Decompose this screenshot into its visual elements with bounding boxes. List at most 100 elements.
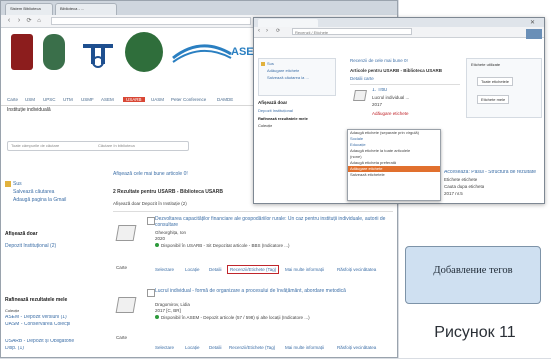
nav-item-1[interactable]: USM bbox=[25, 97, 35, 102]
popup-main-line: Articole pentru USARB - Biblioteca USARB bbox=[350, 68, 443, 73]
popup-browser-window: ✕ ‹ › ⟳ Recenzii / Etichete Sus Adăugare… bbox=[253, 17, 545, 204]
forward-icon[interactable]: › bbox=[266, 28, 268, 34]
reload-icon[interactable]: ⟳ bbox=[276, 28, 280, 34]
nav-item-6-active[interactable]: USARB bbox=[123, 97, 145, 102]
book-icon bbox=[115, 297, 137, 313]
action-location[interactable]: Locație bbox=[185, 267, 200, 272]
nav-item-4[interactable]: USMF bbox=[81, 97, 94, 102]
popup-left-sub-1: Rafinează rezultatele mele bbox=[258, 116, 308, 121]
caption-panel: Добавление тегов Рисунок 11 bbox=[399, 213, 551, 358]
popup-detail-1: Lucrul individual ... bbox=[372, 95, 410, 100]
back-icon[interactable]: ‹ bbox=[5, 17, 13, 25]
search-bar: Toate câmpurile de căutare Căutare în bi… bbox=[7, 141, 189, 151]
tab-1[interactable]: Biblioteca - ... bbox=[55, 3, 117, 15]
filter-collection-label: Colecție bbox=[5, 308, 20, 313]
action-details[interactable]: Detalii bbox=[209, 267, 222, 272]
address-bar[interactable] bbox=[51, 17, 251, 25]
crest-logo-2 bbox=[43, 34, 65, 70]
popup-left-box: Sus Adăugare etichete Salvează căutarea … bbox=[258, 58, 336, 96]
record-type-label: Carte bbox=[116, 335, 128, 340]
all-tags-button[interactable]: Toate etichetele bbox=[477, 77, 514, 86]
popup-bottom-0[interactable]: Accesează: Pasul - Structura de rezultat… bbox=[444, 170, 536, 175]
popup-right-box-title: Etichete utilizate bbox=[471, 62, 501, 67]
sidebar-link-top[interactable]: Sus bbox=[13, 181, 22, 187]
crest-logo-1 bbox=[11, 34, 33, 70]
search-scope-select[interactable]: Căutare în biblioteca bbox=[98, 143, 135, 148]
add-tags-label: Добавление тегов bbox=[433, 265, 513, 276]
rss-icon bbox=[5, 181, 11, 187]
my-tags-button[interactable]: Etichete mele bbox=[477, 95, 510, 104]
filter-item-1[interactable]: UASM - Conservarea Colecții bbox=[5, 322, 70, 327]
popup-left-link-1[interactable]: Adăugare etichete bbox=[267, 68, 299, 73]
dropdown-item-7[interactable]: Salvează etichetele bbox=[348, 172, 440, 178]
nav-item-2[interactable]: UPSC bbox=[43, 97, 56, 102]
nav-item-0[interactable]: Carte bbox=[7, 97, 18, 102]
page-subtitle: Instituție individuală bbox=[7, 107, 51, 113]
nav-item-3[interactable]: UTM bbox=[63, 97, 73, 102]
popup-left-sub-2: Colecție bbox=[258, 123, 273, 128]
popup-main-heading: Recenzii de cele mai bune 0! bbox=[350, 58, 408, 63]
record-title[interactable]: Lucrul individual - formă de organizare … bbox=[155, 288, 393, 294]
action-details[interactable]: Detalii bbox=[209, 345, 222, 350]
available-icon bbox=[155, 315, 159, 319]
book-icon bbox=[353, 90, 367, 101]
popup-left-sub-0[interactable]: Depozit Instituțional bbox=[258, 108, 293, 113]
popup-detail-0[interactable]: 1. Titlu bbox=[372, 88, 387, 93]
action-browse-shelf[interactable]: Răsfoiți vecinătatea bbox=[337, 267, 376, 272]
forward-icon[interactable]: › bbox=[15, 17, 23, 25]
record-type-label: Carte bbox=[116, 265, 128, 270]
record-year: 2017 [C, BR] bbox=[155, 308, 181, 313]
divider bbox=[113, 211, 393, 212]
action-select[interactable]: Selectare bbox=[155, 267, 174, 272]
back-icon[interactable]: ‹ bbox=[258, 28, 260, 34]
action-location[interactable]: Locație bbox=[185, 345, 200, 350]
close-icon[interactable]: ✕ bbox=[530, 19, 535, 26]
nav-item-8[interactable]: Peter Conference bbox=[171, 97, 206, 102]
popup-left-link-0[interactable]: Sus bbox=[267, 61, 274, 66]
record-availability: Disponibil în ASEM - Depozit articole (5… bbox=[155, 315, 310, 320]
filter-item-2[interactable]: USARB - Depozit și Obligatorie bbox=[5, 339, 74, 344]
results-count: 2 Rezultate pentru USARB - Biblioteca US… bbox=[113, 189, 224, 195]
asem-logo: ASEM bbox=[171, 38, 263, 66]
popup-divider bbox=[350, 84, 460, 85]
action-more-info[interactable]: Mai multe informații bbox=[285, 267, 324, 272]
record-checkbox[interactable] bbox=[147, 289, 155, 297]
filter-item-3[interactable]: Disp. (1) bbox=[5, 346, 24, 351]
record-2: Carte Lucrul individual - formă de organ… bbox=[113, 287, 393, 357]
nav-item-7[interactable]: UASM bbox=[151, 97, 164, 102]
action-more-info[interactable]: Mai multe informații bbox=[285, 345, 324, 350]
usm-round-logo bbox=[125, 32, 163, 72]
search-input[interactable]: Toate câmpurile de căutare bbox=[11, 143, 59, 148]
nav-item-5[interactable]: ASEM bbox=[101, 97, 114, 102]
home-icon[interactable]: ⌂ bbox=[35, 17, 43, 25]
show-only-heading: Afișează doar bbox=[5, 231, 38, 237]
add-tags-dropdown[interactable]: Adaugă etichete (separate prin virgulă) … bbox=[347, 129, 441, 201]
sidebar-link-gmail[interactable]: Adaugă pagina la Gmail bbox=[13, 197, 66, 203]
tab-0[interactable]: Sistem Biblioteca bbox=[5, 3, 53, 15]
action-browse-shelf[interactable]: Răsfoiți vecinătatea bbox=[337, 345, 376, 350]
institutional-repo-link[interactable]: Depozit Instituțional (2) bbox=[5, 243, 56, 249]
action-reviews-tags[interactable]: Recenzii/Etichete (Tag) bbox=[229, 345, 275, 350]
record-availability: Disponibil în USARB - Sit Depozitat arti… bbox=[155, 243, 290, 248]
nav-item-9[interactable]: DAMDE bbox=[217, 97, 233, 102]
popup-detail-2: 2017 bbox=[372, 102, 383, 107]
record-year: 2020 bbox=[155, 236, 166, 241]
record-checkbox[interactable] bbox=[147, 217, 155, 225]
record-1: Carte Dezvoltarea capacităților financia… bbox=[113, 215, 393, 285]
popup-add-tags-link[interactable]: Adăugare etichete bbox=[372, 111, 409, 116]
action-select[interactable]: Selectare bbox=[155, 345, 174, 350]
popup-address-bar[interactable]: Recenzii / Etichete bbox=[292, 28, 412, 35]
reload-icon[interactable]: ⟳ bbox=[25, 17, 33, 25]
popup-main-sub[interactable]: Detalii carte bbox=[350, 76, 374, 81]
figure-caption: Рисунок 11 bbox=[434, 324, 516, 341]
popup-bottom-1: Etichete etichete bbox=[444, 177, 478, 182]
utm-logo bbox=[81, 38, 115, 68]
popup-tab[interactable] bbox=[258, 19, 318, 27]
popup-left-link-2[interactable]: Salvează căutarea la ... bbox=[267, 75, 309, 80]
filter-item-0[interactable]: ASEM - Depozit versiuni (1) bbox=[5, 315, 67, 320]
popup-right-box: Etichete utilizate Toate etichetele Etic… bbox=[466, 58, 542, 118]
record-availability-text: Disponibil în USARB - Sit Depozitat arti… bbox=[161, 243, 290, 248]
action-reviews-tags-highlighted[interactable]: Recenzii/Etichete (Tag) bbox=[227, 265, 280, 274]
record-title[interactable]: Dezvoltarea capacităților financiare ale… bbox=[155, 216, 393, 228]
sidebar-link-save-search[interactable]: Salvează căutarea bbox=[13, 189, 54, 195]
